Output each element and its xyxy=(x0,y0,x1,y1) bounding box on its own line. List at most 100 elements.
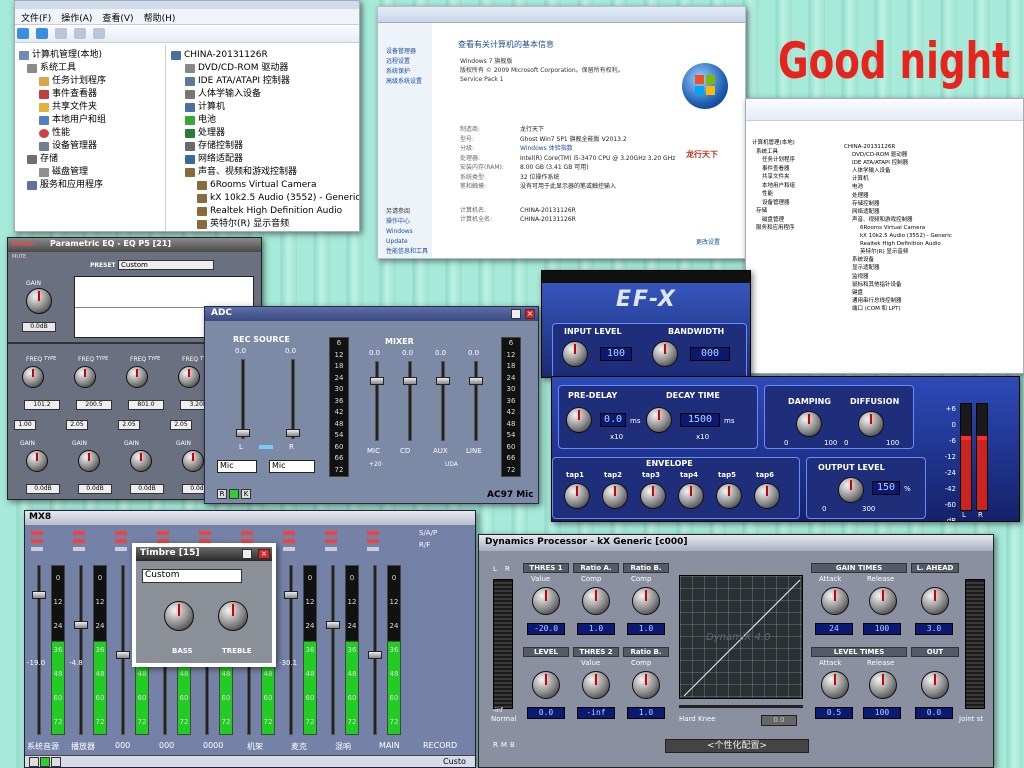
freq-value[interactable]: 200.5 xyxy=(76,400,112,410)
joint-stereo-label[interactable]: Joint st xyxy=(959,715,983,723)
dyn-knob[interactable] xyxy=(921,587,949,615)
device-item[interactable]: IDE ATA/ATAPI 控制器 xyxy=(844,159,952,167)
decay-time-knob[interactable] xyxy=(646,407,672,433)
m-button[interactable]: M xyxy=(501,741,507,749)
g-button[interactable] xyxy=(229,489,239,499)
folder-icon[interactable] xyxy=(54,28,67,39)
device-item[interactable]: 监视器 xyxy=(844,273,952,281)
r-button[interactable]: R xyxy=(493,741,498,749)
dyn-value[interactable]: -inf xyxy=(577,707,615,719)
tree-item[interactable]: 共享文件夹 xyxy=(752,173,795,182)
link-remote-settings[interactable]: 远程设置 xyxy=(386,57,432,67)
dyn-knob[interactable] xyxy=(532,671,560,699)
solo-led[interactable] xyxy=(325,539,337,543)
band-gain-knob[interactable] xyxy=(182,450,204,472)
tree-item[interactable]: 设备管理器 xyxy=(19,140,169,153)
rec-source-left-select[interactable]: Mic xyxy=(217,460,257,473)
dyn-knob[interactable] xyxy=(632,587,660,615)
tree-item[interactable]: 性能 xyxy=(19,127,169,140)
minimize-button[interactable] xyxy=(511,309,521,319)
boost-toggle[interactable]: +20 xyxy=(369,461,382,468)
device-item[interactable]: 键盘 xyxy=(844,289,952,297)
preset-select[interactable]: Custo xyxy=(443,757,466,766)
dyn-value[interactable]: 3.0 xyxy=(915,623,953,635)
rec-led[interactable] xyxy=(73,547,85,551)
rec-fader-cap[interactable] xyxy=(236,429,250,437)
normal-mode[interactable]: Normal xyxy=(491,715,516,723)
knee-slider[interactable] xyxy=(679,705,803,708)
band-gain-knob[interactable] xyxy=(78,450,100,472)
device-item[interactable]: 英特尔(R) 显示音频 xyxy=(171,218,359,231)
mixer-fader-cap[interactable] xyxy=(469,377,483,385)
freq-knob[interactable] xyxy=(22,366,44,388)
b-button[interactable]: B xyxy=(510,741,515,749)
link-windows-update[interactable]: Windows Update xyxy=(386,227,432,247)
device-item[interactable]: 电池 xyxy=(171,114,359,127)
preset-select[interactable]: Custom xyxy=(142,569,242,583)
channel-fader-track[interactable] xyxy=(373,565,377,735)
bass-knob[interactable] xyxy=(164,601,194,631)
mute-led[interactable] xyxy=(325,531,337,535)
device-item[interactable]: Realtek High Definition Audio xyxy=(844,240,952,248)
dyn-value[interactable]: 100 xyxy=(863,707,901,719)
device-item[interactable]: 存储控制器 xyxy=(844,200,952,208)
device-item[interactable]: 6Rooms Virtual Camera xyxy=(171,179,359,192)
device-item[interactable]: 存储控制器 xyxy=(171,140,359,153)
tree-item[interactable]: 共享文件夹 xyxy=(19,101,169,114)
link-indicator[interactable] xyxy=(259,445,273,449)
tap-knob[interactable] xyxy=(640,483,666,509)
rec-source-right-select[interactable]: Mic xyxy=(269,460,315,473)
mute-led[interactable] xyxy=(73,531,85,535)
rec-led[interactable] xyxy=(325,547,337,551)
device-item[interactable]: 处理器 xyxy=(844,192,952,200)
rec-fader-track[interactable] xyxy=(241,359,245,439)
device-item[interactable]: DVD/CD-ROM 驱动器 xyxy=(171,62,359,75)
mixer-fader-cap[interactable] xyxy=(436,377,450,385)
link-performance[interactable]: 性能信息和工具 xyxy=(386,247,432,257)
dyn-value[interactable]: 1.0 xyxy=(577,623,615,635)
q-value[interactable]: 2.05 xyxy=(118,420,140,430)
device-item[interactable]: 人体学输入设备 xyxy=(171,88,359,101)
tree-item[interactable]: 存储 xyxy=(19,153,169,166)
minimize-button[interactable] xyxy=(242,549,252,559)
treble-knob[interactable] xyxy=(218,601,248,631)
q-value[interactable]: 2.05 xyxy=(170,420,192,430)
dyn-value[interactable]: 100 xyxy=(863,623,901,635)
link-advanced-settings[interactable]: 高级系统设置 xyxy=(386,77,432,87)
rf-button[interactable]: R/F xyxy=(419,541,430,549)
tree-item[interactable]: 计算机管理(本地) xyxy=(19,49,169,62)
tree-root[interactable]: CHINA-20131126R xyxy=(171,49,359,62)
tap-knob[interactable] xyxy=(716,483,742,509)
mixer-fader-track[interactable] xyxy=(441,361,445,441)
tap-knob[interactable] xyxy=(602,483,628,509)
gain-knob[interactable] xyxy=(26,288,52,314)
freq-knob[interactable] xyxy=(74,366,96,388)
bandwidth-knob[interactable] xyxy=(652,341,678,367)
close-button[interactable]: × xyxy=(525,309,535,319)
device-item[interactable]: Realtek High Definition Audio xyxy=(171,205,359,218)
tree-item[interactable]: 计算机管理(本地) xyxy=(752,139,795,148)
tree-item[interactable]: 本地用户和组 xyxy=(19,114,169,127)
channel-fader-cap[interactable] xyxy=(326,621,340,629)
mute-led[interactable] xyxy=(241,531,253,535)
mute-led[interactable] xyxy=(157,531,169,535)
device-item[interactable]: 处理器 xyxy=(171,127,359,140)
tree-item[interactable]: 任务计划程序 xyxy=(752,156,795,165)
forward-icon[interactable] xyxy=(35,28,48,39)
tree-item[interactable]: 磁盘管理 xyxy=(752,216,795,225)
freq-value[interactable]: 801.0 xyxy=(128,400,164,410)
rec-fader-cap[interactable] xyxy=(286,429,300,437)
q-value[interactable]: 2.05 xyxy=(66,420,88,430)
dyn-value[interactable]: 0.0 xyxy=(527,707,565,719)
tree-item[interactable]: 服务和应用程序 xyxy=(19,179,169,192)
link-device-manager[interactable]: 设备管理器 xyxy=(386,47,432,57)
mute-led[interactable] xyxy=(283,531,295,535)
g-button[interactable] xyxy=(40,757,50,767)
device-item[interactable]: DVD/CD-ROM 驱动器 xyxy=(844,151,952,159)
q-value[interactable]: 1.00 xyxy=(14,420,36,430)
band-gain-value[interactable]: 0.0dB xyxy=(130,484,164,494)
preset-display[interactable]: <个性化配置> xyxy=(665,739,809,753)
dyn-knob[interactable] xyxy=(582,671,610,699)
channel-fader-cap[interactable] xyxy=(116,651,130,659)
tap-knob[interactable] xyxy=(564,483,590,509)
